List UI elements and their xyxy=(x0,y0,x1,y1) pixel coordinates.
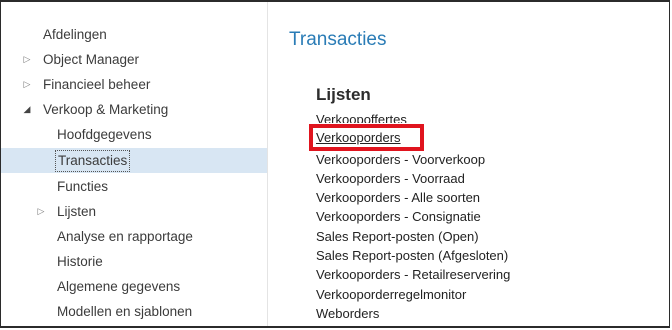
tree-item-label: Afdelingen xyxy=(43,27,107,42)
tree-item-label: Hoofdgegevens xyxy=(57,127,152,142)
tree-item-label: Functies xyxy=(57,179,109,194)
tree-item-label: Verkoop & Marketing xyxy=(43,102,169,117)
link-verkooporders-voorverkoop[interactable]: Verkooporders - Voorverkoop xyxy=(316,151,485,169)
tree-item-financieel-beheer[interactable]: ▷ Financieel beheer xyxy=(1,72,267,97)
tree-item-transacties[interactable]: Transacties xyxy=(1,148,267,173)
expand-arrow-icon[interactable]: ▷ xyxy=(21,47,33,72)
link-sales-report-posten-open[interactable]: Sales Report-posten (Open) xyxy=(316,228,479,246)
tree-item-label: Lijsten xyxy=(57,204,97,219)
tree-item-label: Historie xyxy=(57,254,103,269)
expand-arrow-icon[interactable]: ▷ xyxy=(35,199,47,224)
tree-item-hoofdgegevens[interactable]: Hoofdgegevens xyxy=(1,122,267,147)
link-verkooporders-retailreservering[interactable]: Verkooporders - Retailreservering xyxy=(316,266,510,284)
link-verkooporders-consignatie[interactable]: Verkooporders - Consignatie xyxy=(316,208,481,226)
tree-item-historie[interactable]: Historie xyxy=(1,249,267,274)
link-weborders[interactable]: Weborders xyxy=(316,305,379,323)
navigation-tree: Afdelingen ▷ Object Manager ▷ Financieel… xyxy=(1,2,268,326)
tree-item-verkoop-marketing[interactable]: ◢ Verkoop & Marketing xyxy=(1,97,267,122)
tree-item-algemene-gegevens[interactable]: Algemene gegevens xyxy=(1,274,267,299)
section-heading: Lijsten xyxy=(316,85,371,104)
window-frame: Afdelingen ▷ Object Manager ▷ Financieel… xyxy=(0,0,670,328)
tree-item-label: Algemene gegevens xyxy=(57,279,181,294)
tree-item-afdelingen[interactable]: Afdelingen xyxy=(1,22,267,47)
page-title: Transacties xyxy=(289,29,387,50)
tree-item-object-manager[interactable]: ▷ Object Manager xyxy=(1,47,267,72)
tree-item-analyse-en-rapportage[interactable]: Analyse en rapportage xyxy=(1,224,267,249)
collapse-arrow-icon[interactable]: ◢ xyxy=(21,97,33,122)
expand-arrow-icon[interactable]: ▷ xyxy=(21,72,33,97)
link-verkooporderregelmonitor[interactable]: Verkooporderregelmonitor xyxy=(316,286,466,304)
tree-item-modellen-en-sjablonen[interactable]: Modellen en sjablonen xyxy=(1,299,267,324)
tree-item-label: Object Manager xyxy=(43,52,140,67)
link-verkooporders-alle-soorten[interactable]: Verkooporders - Alle soorten xyxy=(316,189,480,207)
tree-item-functies[interactable]: Functies xyxy=(1,174,267,199)
tree-item-label: Analyse en rapportage xyxy=(57,229,193,244)
content-pane: Transacties Lijsten Verkoopoffertes Verk… xyxy=(268,2,669,326)
highlight-annotation-box xyxy=(309,124,424,151)
tree-item-label: Modellen en sjablonen xyxy=(57,304,193,319)
link-verkooporders-voorraad[interactable]: Verkooporders - Voorraad xyxy=(316,170,465,188)
link-sales-report-posten-afgesloten[interactable]: Sales Report-posten (Afgesloten) xyxy=(316,247,508,265)
link-verkoopoffertes[interactable]: Verkoopoffertes xyxy=(316,111,407,123)
tree-item-label: Financieel beheer xyxy=(43,77,151,92)
tree-item-label: Transacties xyxy=(55,150,131,172)
tree-item-lijsten[interactable]: ▷ Lijsten xyxy=(1,199,267,224)
